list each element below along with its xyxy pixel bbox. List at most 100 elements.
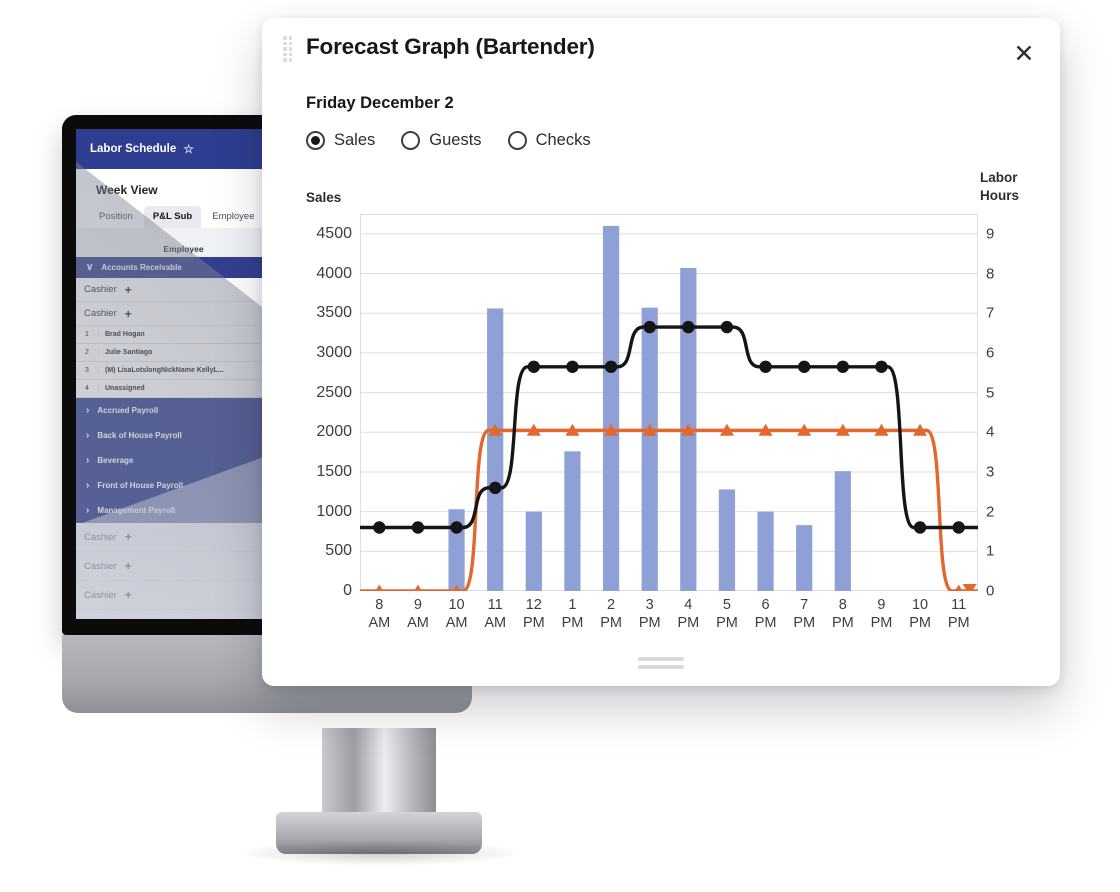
cashier-label: Cashier bbox=[84, 531, 117, 543]
y-tick-label: 1500 bbox=[316, 462, 352, 480]
drag-dots-icon[interactable] bbox=[283, 36, 292, 62]
forecast-chart: Sales Labor Hours 0 500 1000 1500 2000 2500 30… bbox=[262, 170, 1060, 646]
row-index: 1 bbox=[76, 331, 99, 338]
y2-axis-title-line2: Hours bbox=[980, 188, 1020, 204]
y-axis-ticks: 0 500 1000 1500 2000 2500 3000 3500 4000 4500 bbox=[292, 214, 352, 599]
row-index: 3 bbox=[76, 367, 99, 374]
resize-handle-icon[interactable] bbox=[638, 657, 684, 673]
y-tick-label: 3000 bbox=[316, 343, 352, 361]
x-tick-label: 12 PM bbox=[522, 597, 545, 632]
monitor-stand-neck bbox=[322, 728, 436, 820]
chevron-right-icon: › bbox=[86, 405, 90, 416]
chevron-right-icon: › bbox=[86, 480, 90, 491]
x-tick-label: 11 PM bbox=[947, 597, 970, 632]
group-row-label: Accrued Payroll bbox=[97, 406, 159, 415]
x-tick-label: 8 PM bbox=[831, 597, 854, 632]
radio-guests[interactable]: Guests bbox=[401, 131, 482, 150]
y2-tick-label: 3 bbox=[986, 463, 995, 481]
y2-tick-label: 6 bbox=[986, 344, 995, 362]
forecast-date: Friday December 2 bbox=[306, 94, 454, 112]
monitor-shadow bbox=[236, 840, 524, 866]
screenshot-stage: Labor Schedule ☆ Week View Position P&L … bbox=[0, 0, 1120, 892]
chevron-right-icon: › bbox=[86, 455, 90, 466]
y2-tick-label: 2 bbox=[986, 503, 995, 521]
radio-label: Guests bbox=[429, 131, 482, 149]
plus-icon[interactable]: + bbox=[125, 559, 132, 573]
x-tick-label: 5 PM bbox=[716, 597, 738, 632]
x-axis-ticks: 8 AM 9 AM 10 AM 11 AM 12 PM 1 PM 2 PM 3 PM 4 PM 5 PM 6 PM 7 PM 8… bbox=[360, 596, 978, 640]
dialog-header: Forecast Graph (Bartender) ✕ bbox=[262, 18, 1060, 80]
close-icon[interactable]: ✕ bbox=[1006, 36, 1042, 72]
y-tick-label: 2000 bbox=[316, 423, 352, 441]
tab-employee[interactable]: Employee bbox=[203, 206, 263, 228]
cashier-label: Cashier bbox=[84, 284, 117, 295]
radio-ring-icon bbox=[507, 131, 527, 150]
radio-label: Checks bbox=[535, 131, 591, 149]
y2-tick-label: 8 bbox=[986, 265, 995, 283]
plus-icon[interactable]: + bbox=[125, 307, 132, 321]
chevron-down-icon: ∨ bbox=[86, 262, 94, 273]
x-tick-label: 4 PM bbox=[677, 597, 700, 632]
y2-axis-title: Labor Hours bbox=[980, 169, 1019, 205]
plus-icon[interactable]: + bbox=[125, 283, 132, 297]
x-tick-label: 3 PM bbox=[638, 597, 661, 632]
y2-tick-label: 4 bbox=[986, 423, 995, 441]
y-tick-label: 3500 bbox=[316, 304, 352, 322]
x-tick-label: 9 PM bbox=[870, 597, 893, 632]
radio-label: Sales bbox=[334, 131, 376, 149]
x-tick-label: 8 AM bbox=[368, 597, 391, 632]
cashier-label: Cashier bbox=[84, 589, 117, 601]
x-tick-label: 11 AM bbox=[484, 597, 507, 632]
x-tick-label: 10 AM bbox=[445, 597, 468, 632]
plot-area bbox=[358, 214, 980, 597]
y2-tick-label: 9 bbox=[986, 225, 995, 243]
chart-svg bbox=[358, 214, 980, 597]
plus-icon[interactable]: + bbox=[125, 588, 132, 602]
forecast-graph-dialog: Forecast Graph (Bartender) ✕ Friday Dece… bbox=[262, 18, 1060, 686]
y-tick-label: 4000 bbox=[316, 264, 352, 282]
y2-axis-ticks: 0 1 2 3 4 5 6 7 8 9 bbox=[986, 214, 1026, 599]
y2-tick-label: 0 bbox=[986, 582, 995, 600]
page-title: Forecast Graph (Bartender) bbox=[306, 34, 595, 59]
group-row-label: Beverage bbox=[97, 456, 134, 465]
row-index: 2 bbox=[76, 349, 99, 356]
radio-sales[interactable]: Sales bbox=[306, 131, 375, 150]
column-employee: Employee bbox=[163, 244, 204, 254]
y2-axis-title-line1: Labor bbox=[980, 170, 1018, 185]
x-tick-label: 6 PM bbox=[754, 597, 777, 632]
x-tick-label: 10 PM bbox=[909, 597, 931, 632]
y-tick-label: 1000 bbox=[316, 502, 352, 520]
chevron-right-icon: › bbox=[86, 430, 90, 441]
y2-tick-label: 7 bbox=[986, 304, 995, 322]
group-row-label: Back of House Payroll bbox=[97, 431, 182, 440]
y2-tick-label: 5 bbox=[986, 384, 995, 402]
group-row-label: Accounts Receivable bbox=[101, 263, 182, 272]
star-icon[interactable]: ☆ bbox=[183, 142, 194, 156]
y2-tick-label: 1 bbox=[986, 542, 995, 560]
cashier-label: Cashier bbox=[84, 308, 117, 319]
y-tick-label: 2500 bbox=[316, 383, 352, 401]
group-row-label: Front of House Payroll bbox=[97, 481, 184, 490]
plus-icon[interactable]: + bbox=[125, 617, 132, 619]
x-tick-label: 1 PM bbox=[561, 597, 584, 632]
y-tick-label: 0 bbox=[343, 582, 352, 599]
x-tick-label: 7 PM bbox=[793, 597, 816, 632]
row-index: 4 bbox=[76, 385, 99, 392]
radio-ring-icon bbox=[306, 131, 325, 150]
plus-icon[interactable]: + bbox=[125, 530, 132, 544]
chevron-right-icon: › bbox=[86, 505, 90, 516]
y-axis-title: Sales bbox=[306, 190, 342, 205]
x-tick-label: 9 AM bbox=[407, 597, 429, 632]
app-title: Labor Schedule bbox=[90, 143, 177, 155]
cashier-label: Cashier bbox=[84, 560, 117, 572]
y-tick-label: 4500 bbox=[316, 224, 352, 242]
group-row-label: Management Payroll bbox=[97, 506, 176, 515]
tab-position[interactable]: Position bbox=[90, 206, 142, 228]
y-tick-label: 500 bbox=[325, 542, 352, 560]
radio-checks[interactable]: Checks bbox=[507, 131, 591, 150]
tab-pl-sub[interactable]: P&L Sub bbox=[143, 206, 202, 228]
x-tick-label: 2 PM bbox=[600, 597, 622, 632]
radio-ring-icon bbox=[401, 131, 421, 150]
cashier-label: Cashier bbox=[84, 619, 117, 620]
metric-radio-group: Sales Guests Checks bbox=[306, 131, 591, 150]
